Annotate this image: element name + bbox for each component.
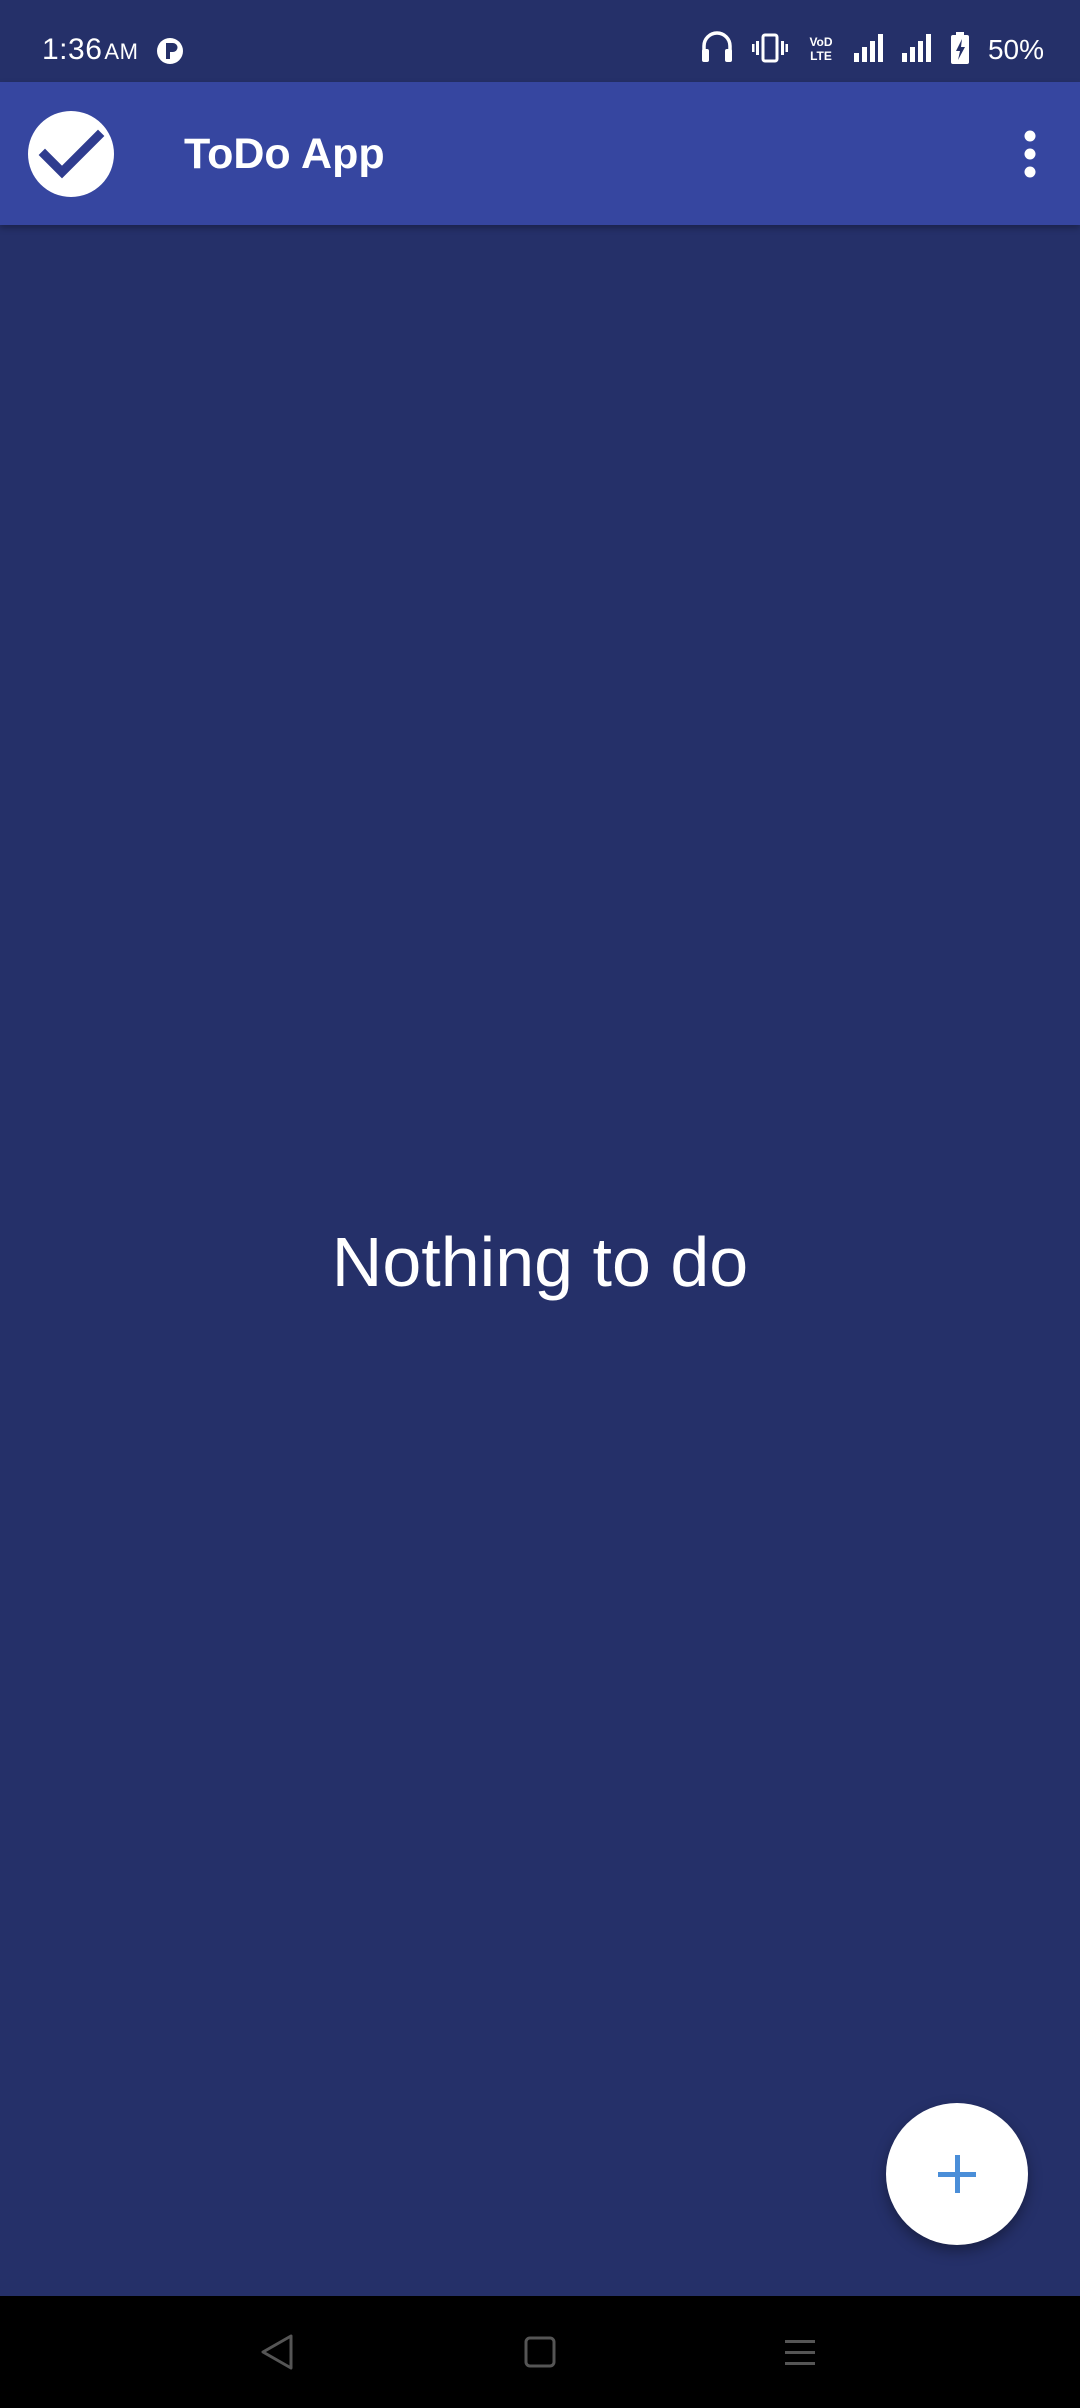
home-icon — [524, 2336, 556, 2368]
home-button[interactable] — [510, 2322, 570, 2382]
navigation-bar — [0, 2296, 1080, 2408]
app-bar: ToDo App — [0, 82, 1080, 225]
app-title: ToDo App — [184, 130, 385, 178]
svg-text:LTE: LTE — [810, 49, 832, 63]
status-time: 1:36AM — [42, 30, 138, 72]
check-circle-icon — [28, 111, 114, 197]
signal-icon — [853, 33, 884, 67]
headset-icon — [700, 30, 734, 71]
app-notification-icon — [155, 36, 185, 66]
screen: 1:36AM VoD LTE 50% ToDo App Nothing to d… — [0, 0, 1080, 2408]
recents-button[interactable] — [770, 2322, 830, 2382]
empty-state-message: Nothing to do — [331, 1223, 749, 1301]
volte-icon: VoD LTE — [806, 33, 836, 68]
add-task-button[interactable] — [886, 2103, 1028, 2245]
back-button[interactable] — [248, 2322, 308, 2382]
svg-text:VoD: VoD — [809, 35, 832, 49]
status-icons: VoD LTE 50% — [700, 30, 1044, 70]
vibrate-icon — [751, 32, 788, 69]
back-icon — [261, 2334, 293, 2370]
battery-percent: 50% — [987, 34, 1044, 65]
signal-icon — [901, 33, 932, 67]
recents-icon — [785, 2340, 815, 2365]
status-bar: 1:36AM VoD LTE 50% — [0, 0, 1080, 82]
plus-icon — [938, 2155, 976, 2193]
battery-charging-icon — [950, 31, 970, 69]
status-time-value: 1:36 — [42, 33, 103, 66]
status-time-ampm: AM — [104, 39, 139, 64]
more-vert-icon[interactable] — [994, 118, 1066, 190]
